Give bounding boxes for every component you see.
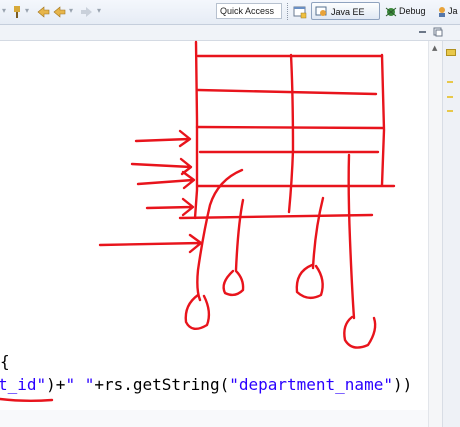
annotation-table-right-edge — [380, 53, 386, 187]
overview-ruler-warning-marker[interactable] — [446, 49, 456, 56]
annotation-loop — [343, 315, 377, 349]
maximize-icon[interactable] — [433, 27, 443, 37]
annotation-hanging-line — [234, 198, 245, 272]
overview-ruler-marker[interactable] — [447, 96, 453, 98]
annotation-arrow — [136, 170, 196, 190]
scroll-up-arrow-icon[interactable]: ▲ — [432, 44, 437, 52]
overview-ruler-marker[interactable] — [447, 110, 453, 112]
annotation-code-underline — [0, 397, 54, 402]
annotation-hanging-line — [347, 153, 356, 320]
annotation-loop — [222, 269, 245, 297]
overview-ruler — [442, 41, 460, 427]
annotation-hanging-line — [311, 196, 325, 270]
annotation-table-left-edge — [193, 40, 199, 220]
annotation-table-row-line — [195, 125, 385, 130]
java-perspective-icon[interactable] — [436, 4, 448, 20]
annotation-loop — [184, 293, 211, 330]
annotation-hanging-line — [196, 168, 244, 302]
annotation-arrow — [145, 197, 195, 217]
annotation-loop — [295, 263, 324, 300]
annotation-table-row-line — [196, 88, 378, 96]
perspective-label-java[interactable]: Ja — [448, 6, 458, 16]
hand-drawn-annotation — [0, 40, 396, 402]
annotation-arrow — [134, 129, 192, 148]
overview-ruler-marker[interactable] — [447, 81, 453, 83]
annotation-arrow — [98, 233, 203, 254]
editor-vertical-scrollbar[interactable]: ▲ — [428, 41, 443, 427]
annotation-table-column-divider — [287, 53, 295, 214]
